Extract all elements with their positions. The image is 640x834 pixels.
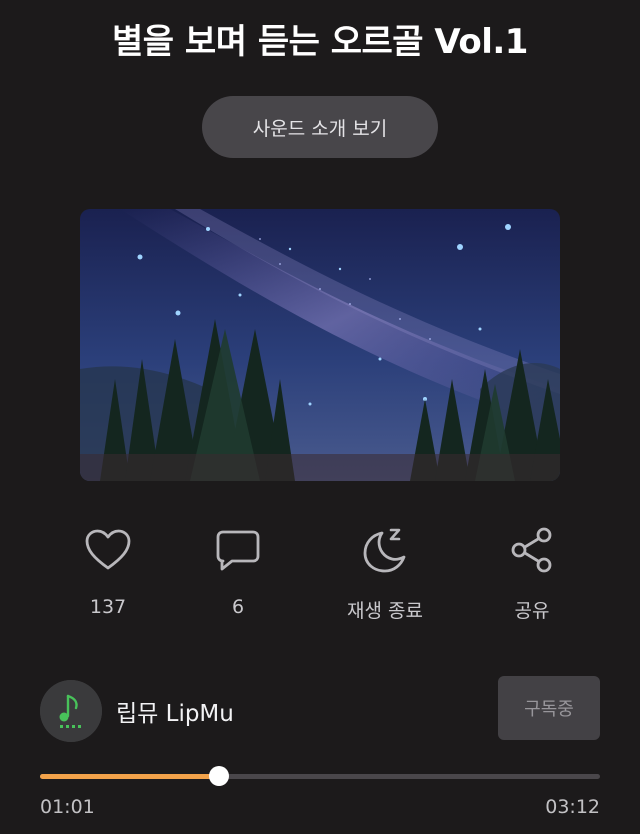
share-icon	[506, 524, 558, 576]
channel-row: 립뮤 LipMu 구독중	[40, 676, 600, 742]
comment-count: 6	[231, 596, 245, 618]
share-label: 공유	[514, 600, 550, 622]
current-time: 01:01	[40, 796, 95, 818]
like-count: 137	[89, 596, 127, 618]
track-title: 별을 보며 듣는 오르골 Vol.1	[112, 22, 528, 62]
channel-name[interactable]: 립뮤 LipMu	[116, 694, 234, 728]
share-button[interactable]: 공유	[462, 524, 602, 623]
like-button[interactable]: 137	[38, 524, 178, 618]
progress-slider[interactable]	[40, 766, 600, 788]
sound-intro-button[interactable]: 사운드 소개 보기	[202, 96, 438, 158]
heart-icon	[82, 524, 134, 576]
total-time: 03:12	[545, 796, 600, 818]
progress-fill	[40, 774, 220, 779]
progress-thumb[interactable]	[209, 766, 230, 786]
moon-sleep-icon	[359, 524, 411, 576]
album-artwork	[80, 209, 560, 481]
comment-button[interactable]: 6	[168, 524, 308, 618]
channel-avatar[interactable]	[40, 680, 102, 742]
subscribe-button[interactable]: 구독중	[498, 676, 600, 740]
action-bar: 137 6 재생 종료 공유	[0, 524, 640, 634]
sleep-timer-button[interactable]: 재생 종료	[315, 524, 455, 623]
comment-icon	[212, 524, 264, 576]
sleep-timer-label: 재생 종료	[347, 600, 423, 622]
